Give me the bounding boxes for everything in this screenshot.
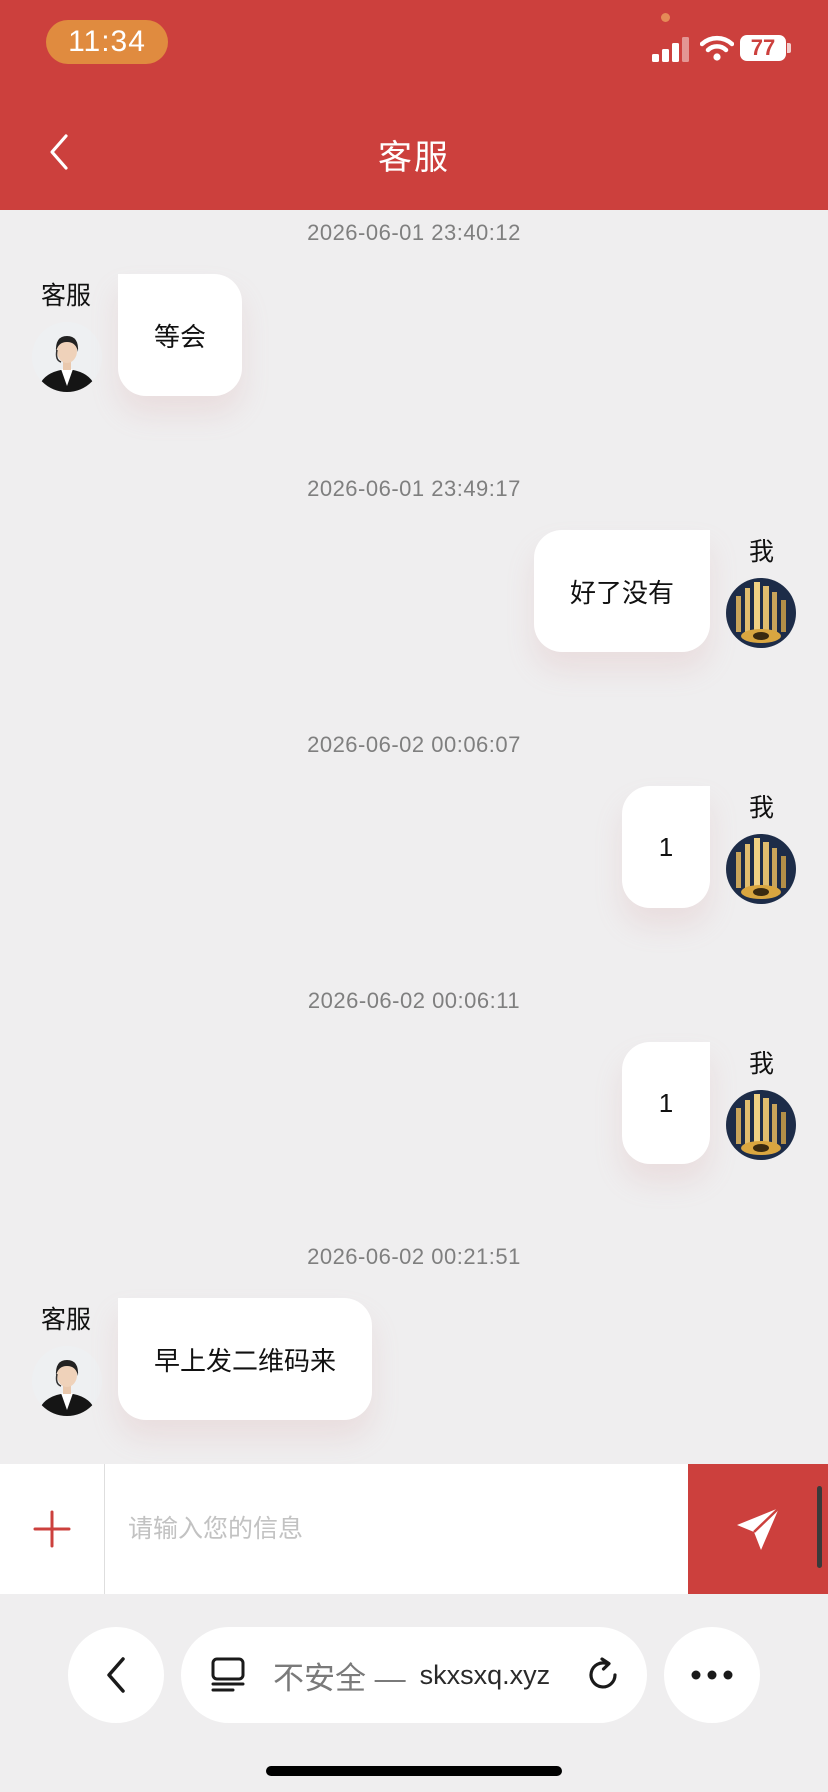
message-row: 2026-06-02 00:06:07 我 1 — [0, 722, 828, 978]
message-bubble[interactable]: 1 — [622, 1042, 710, 1164]
insecure-label: 不安全 — — [273, 1660, 406, 1696]
sender-name: 我 — [749, 794, 775, 822]
message-timestamp: 2026-06-01 23:49:17 — [307, 476, 521, 501]
agent-avatar[interactable] — [32, 1346, 102, 1416]
user-avatar[interactable] — [726, 1090, 796, 1160]
reload-icon[interactable] — [585, 1657, 621, 1693]
browser-more-button[interactable] — [664, 1627, 760, 1723]
sender-name: 我 — [749, 538, 775, 566]
message-row: 2026-06-01 23:49:17 我 好了没有 — [0, 466, 828, 722]
agent-avatar[interactable] — [32, 322, 102, 392]
url-domain: skxsxq.xyz — [419, 1659, 551, 1690]
message-bubble[interactable]: 1 — [622, 786, 710, 908]
message-bubble[interactable]: 等会 — [118, 274, 242, 396]
more-icon — [691, 1670, 733, 1680]
user-avatar[interactable] — [726, 834, 796, 904]
chat-message-list[interactable]: 2026-06-01 23:40:12 客服 等会 2026-06-01 23:… — [0, 210, 828, 1464]
app-header: 11:34 77 客服 — [0, 0, 828, 210]
url-display: 不安全 — skxsxq.xyz — [273, 1627, 550, 1723]
plus-icon — [33, 1510, 71, 1548]
message-timestamp: 2026-06-02 00:21:51 — [307, 1244, 521, 1269]
message-input[interactable] — [112, 1494, 682, 1564]
message-timestamp: 2026-06-02 00:06:07 — [307, 732, 521, 757]
user-avatar[interactable] — [726, 578, 796, 648]
sender-name: 客服 — [41, 282, 92, 310]
status-time: 11:34 — [46, 20, 168, 64]
message-timestamp: 2026-06-01 23:40:12 — [307, 220, 521, 245]
message-timestamp: 2026-06-02 00:06:11 — [307, 988, 521, 1013]
battery-tip — [787, 43, 791, 53]
browser-toolbar: 不安全 — skxsxq.xyz — [0, 1594, 828, 1792]
send-button[interactable] — [688, 1464, 828, 1594]
privacy-indicator-dot — [661, 13, 670, 22]
page-title: 客服 — [378, 139, 450, 177]
wifi-icon — [700, 35, 734, 61]
home-indicator[interactable] — [266, 1766, 562, 1776]
reader-icon[interactable] — [211, 1657, 245, 1693]
add-attachment-button[interactable] — [0, 1464, 104, 1594]
message-row: 2026-06-01 23:40:12 客服 等会 — [0, 210, 828, 466]
message-input-bar — [0, 1464, 828, 1594]
scroll-indicator[interactable] — [817, 1486, 822, 1568]
chevron-left-icon — [107, 1657, 125, 1693]
message-bubble[interactable]: 早上发二维码来 — [118, 1298, 372, 1420]
message-bubble[interactable]: 好了没有 — [534, 530, 710, 652]
sender-name: 客服 — [41, 1306, 92, 1334]
battery-indicator: 77 — [740, 35, 786, 61]
message-row: 2026-06-02 00:06:11 我 1 — [0, 978, 828, 1234]
cellular-signal-icon — [652, 37, 689, 62]
browser-back-button[interactable] — [68, 1627, 164, 1723]
input-divider — [104, 1464, 105, 1594]
sender-name: 我 — [749, 1050, 775, 1078]
address-bar[interactable]: 不安全 — skxsxq.xyz — [181, 1627, 647, 1723]
message-row: 2026-06-02 00:21:51 客服 早上发二维码来 — [0, 1234, 828, 1490]
paper-plane-icon — [737, 1507, 780, 1550]
